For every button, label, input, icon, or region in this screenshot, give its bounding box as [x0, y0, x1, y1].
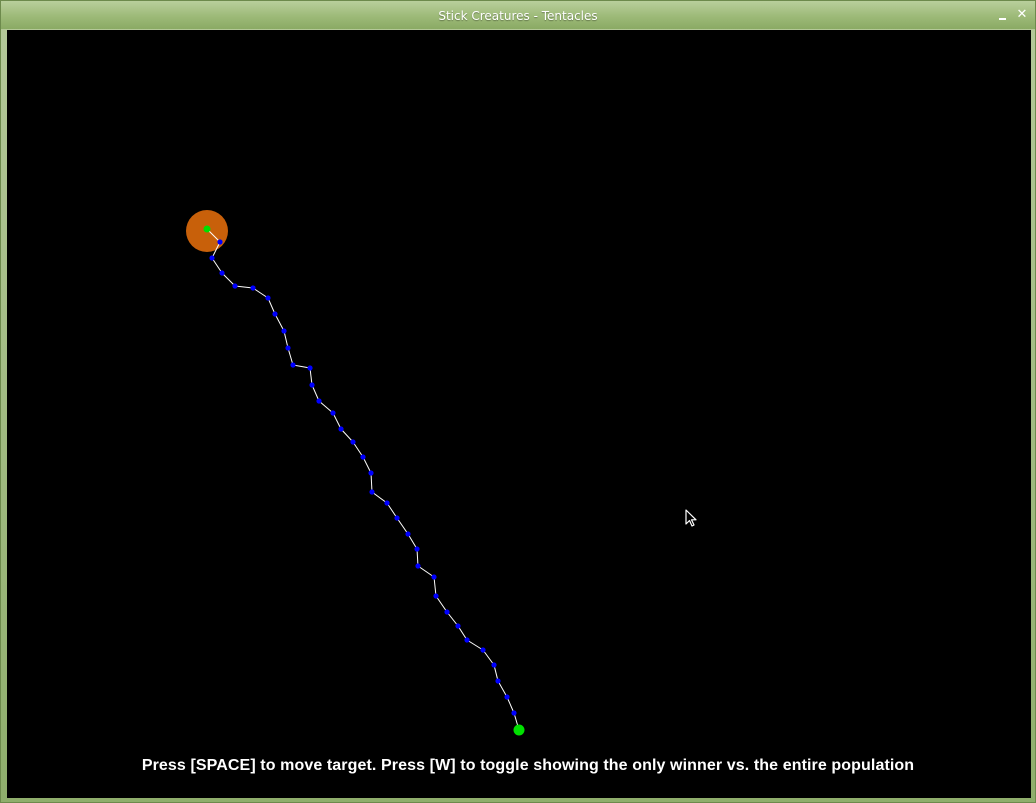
- minimize-icon: [999, 18, 1006, 20]
- instructions-text: Press [SPACE] to move target. Press [W] …: [141, 757, 915, 774]
- tentacle-segment: [234, 285, 254, 289]
- tentacle-segment: [318, 400, 334, 414]
- close-icon: ✕: [1016, 7, 1028, 22]
- tentacle-segment: [221, 272, 236, 287]
- tentacle-base: [513, 724, 525, 736]
- tentacle-segment: [466, 639, 484, 651]
- tentacle-joint: [431, 574, 437, 580]
- tentacle-segment: [267, 297, 276, 315]
- tentacle-joint: [384, 500, 390, 506]
- tentacle-joint: [455, 623, 461, 629]
- window-title: Stick Creatures - Tentacles: [438, 9, 598, 23]
- tentacle-segment: [482, 649, 495, 666]
- tentacle-joint: [495, 678, 501, 684]
- tentacle-segment: [371, 491, 388, 504]
- tentacle-joint: [350, 439, 356, 445]
- tentacle-segment: [435, 595, 448, 613]
- tentacle-segment: [446, 611, 459, 627]
- tentacle-joint: [405, 531, 411, 537]
- tentacle-joint: [433, 593, 439, 599]
- tentacle-segment: [332, 412, 342, 430]
- tentacle-tip: [203, 225, 211, 233]
- tentacle-joint: [464, 637, 470, 643]
- tentacle-joint: [272, 311, 278, 317]
- tentacle-segment: [274, 313, 285, 332]
- simulation-canvas[interactable]: Press [SPACE] to move target. Press [W] …: [7, 30, 1031, 798]
- tentacle-joint: [219, 270, 225, 276]
- tentacle-joint: [414, 546, 420, 552]
- tentacle-joint: [250, 285, 256, 291]
- tentacle-joint: [504, 694, 510, 700]
- tentacle-joint: [444, 609, 450, 615]
- tentacle-joint: [415, 563, 421, 569]
- tentacle-joint: [209, 255, 215, 261]
- tentacle-joint: [232, 283, 238, 289]
- tentacle-joint: [265, 295, 271, 301]
- tentacle-segment: [417, 565, 435, 578]
- tentacle-joint: [369, 489, 375, 495]
- tentacle-joint: [394, 515, 400, 521]
- tentacle-joint: [290, 362, 296, 368]
- application-window: Stick Creatures - Tentacles ✕ Press [SPA…: [0, 0, 1036, 803]
- tentacle-joint: [307, 365, 313, 371]
- tentacle-segment: [352, 441, 364, 458]
- tentacle: [203, 225, 525, 736]
- tentacle-joint: [511, 710, 517, 716]
- tentacle-joint: [491, 662, 497, 668]
- tentacle-segment: [311, 384, 320, 402]
- tentacle-segment: [362, 456, 372, 474]
- tentacle-segment: [287, 347, 294, 366]
- tentacle-segment: [433, 576, 437, 597]
- tentacle-joint: [285, 345, 291, 351]
- tentacle-segment: [396, 517, 409, 535]
- tentacle-joint: [360, 454, 366, 460]
- tentacle-segment: [370, 472, 373, 493]
- minimize-button[interactable]: [995, 7, 1011, 23]
- tentacle-segment: [252, 287, 269, 299]
- tentacle-joint: [338, 426, 344, 432]
- title-bar[interactable]: Stick Creatures - Tentacles ✕: [1, 1, 1035, 29]
- tentacle-segment: [407, 533, 418, 550]
- close-button[interactable]: ✕: [1014, 7, 1030, 23]
- tentacle-joint: [281, 328, 287, 334]
- tentacle-segment: [497, 680, 508, 698]
- tentacle-joint: [330, 410, 336, 416]
- tentacle-segment: [340, 428, 354, 443]
- tentacle-joint: [480, 647, 486, 653]
- tentacle-joint: [309, 382, 315, 388]
- tentacle-segment: [386, 502, 398, 519]
- tentacle-segment: [506, 696, 515, 714]
- tentacle-segment: [283, 330, 289, 349]
- tentacle-joint: [217, 239, 223, 245]
- tentacle-joint: [316, 398, 322, 404]
- tentacle-scene: [186, 210, 525, 736]
- tentacle-joint: [368, 470, 374, 476]
- tentacle-segment: [211, 257, 223, 274]
